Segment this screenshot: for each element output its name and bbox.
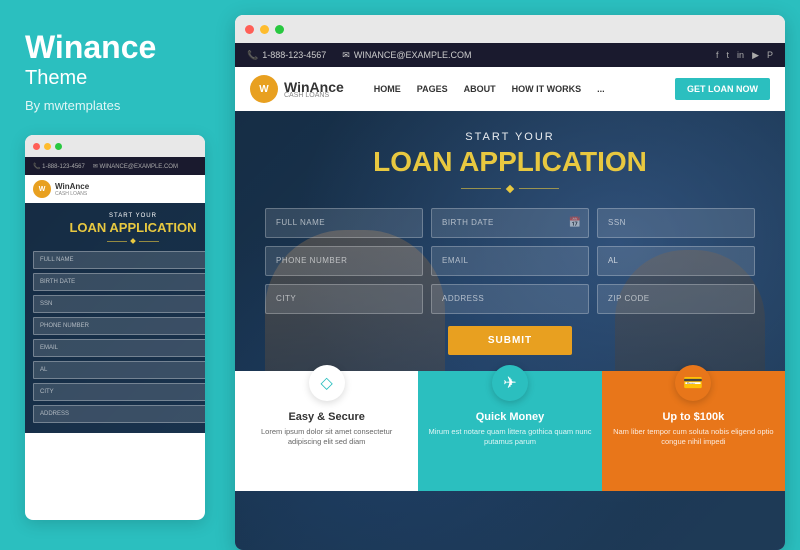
divider-line-left bbox=[461, 188, 501, 189]
youtube-icon[interactable]: ▶ bbox=[752, 50, 759, 61]
site-nav: HOME PAGES ABOUT HOW IT WORKS ... bbox=[374, 84, 605, 94]
phone-wrap bbox=[265, 246, 423, 276]
easy-secure-content: Easy & Secure Lorem ipsum dolor sit amet… bbox=[245, 411, 408, 448]
feature-quick-money: ✈ Quick Money Mirum est notare quam litt… bbox=[418, 371, 601, 491]
phone-icon: 📞 bbox=[247, 50, 258, 61]
email-icon: ✉ bbox=[342, 50, 350, 61]
ssn-input[interactable] bbox=[597, 208, 755, 238]
pinterest-icon[interactable]: P bbox=[767, 50, 773, 61]
topbar-phone: 📞 1-888-123-4567 bbox=[247, 50, 326, 61]
site-hero: START YOUR LOAN APPLICATION bbox=[235, 111, 785, 550]
address-wrap bbox=[431, 284, 589, 314]
quick-money-title: Quick Money bbox=[428, 411, 591, 423]
mini-expand-dot bbox=[55, 143, 62, 150]
get-loan-button[interactable]: GET LOAN NOW bbox=[675, 78, 770, 100]
easy-secure-title: Easy & Secure bbox=[245, 411, 408, 423]
site-logo: W WinAnce CASH LOANS bbox=[250, 75, 344, 103]
main-browser-bar bbox=[235, 15, 785, 43]
facebook-icon[interactable]: f bbox=[716, 50, 719, 61]
birth-date-input[interactable] bbox=[431, 208, 589, 238]
email-address: WINANCE@EXAMPLE.COM bbox=[354, 50, 472, 60]
close-dot[interactable] bbox=[245, 25, 254, 34]
form-row-2: AL AK AZ bbox=[265, 246, 755, 276]
phone-number: 1-888-123-4567 bbox=[262, 50, 326, 60]
mini-minimize-dot bbox=[44, 143, 51, 150]
email-input[interactable] bbox=[431, 246, 589, 276]
mini-browser-content: 📞 1-888-123-4567 ✉ WINANCE@EXAMPLE.COM f… bbox=[25, 157, 205, 520]
zip-input[interactable] bbox=[597, 284, 755, 314]
submit-button[interactable]: SUBMIT bbox=[448, 326, 572, 355]
state-select[interactable]: AL AK AZ bbox=[597, 246, 755, 276]
state-wrap: AL AK AZ bbox=[597, 246, 755, 276]
form-submit-row: SUBMIT bbox=[265, 326, 755, 355]
site-topbar: 📞 1-888-123-4567 ✉ WINANCE@EXAMPLE.COM f… bbox=[235, 43, 785, 67]
zip-wrap bbox=[597, 284, 755, 314]
minimize-dot[interactable] bbox=[260, 25, 269, 34]
full-name-wrap bbox=[265, 208, 423, 238]
logo-icon: W bbox=[250, 75, 278, 103]
quick-money-content: Quick Money Mirum est notare quam litter… bbox=[428, 411, 591, 448]
city-input[interactable] bbox=[265, 284, 423, 314]
up-to-100k-content: Up to $100k Nam liber tempor cum soluta … bbox=[612, 411, 775, 448]
twitter-icon[interactable]: t bbox=[727, 50, 730, 61]
form-row-3 bbox=[265, 284, 755, 314]
social-icons: f t in ▶ P bbox=[716, 50, 773, 61]
nav-how-it-works[interactable]: HOW IT WORKS bbox=[512, 84, 582, 94]
city-wrap bbox=[265, 284, 423, 314]
nav-home[interactable]: HOME bbox=[374, 84, 401, 94]
up-to-100k-title: Up to $100k bbox=[612, 411, 775, 423]
up-to-100k-text: Nam liber tempor cum soluta nobis eligen… bbox=[612, 427, 775, 448]
mini-browser: 📞 1-888-123-4567 ✉ WINANCE@EXAMPLE.COM f… bbox=[25, 135, 205, 520]
divider-line-right bbox=[519, 188, 559, 189]
calendar-icon: 📅 bbox=[569, 217, 581, 228]
linkedin-icon[interactable]: in bbox=[737, 50, 744, 61]
hero-text-area: START YOUR LOAN APPLICATION bbox=[235, 111, 785, 192]
right-panel: 📞 1-888-123-4567 ✉ WINANCE@EXAMPLE.COM f… bbox=[230, 0, 800, 550]
ssn-wrap bbox=[597, 208, 755, 238]
easy-secure-text: Lorem ipsum dolor sit amet consectetur a… bbox=[245, 427, 408, 448]
phone-input[interactable] bbox=[265, 246, 423, 276]
theme-author: By mwtemplates bbox=[25, 98, 205, 113]
theme-title: Winance bbox=[25, 30, 205, 65]
nav-pages[interactable]: PAGES bbox=[417, 84, 448, 94]
left-panel: Winance Theme By mwtemplates 📞 1-888-123… bbox=[0, 0, 230, 550]
theme-subtitle: Theme bbox=[25, 67, 205, 90]
birth-date-wrap: 📅 bbox=[431, 208, 589, 238]
mini-close-dot bbox=[33, 143, 40, 150]
hero-title: LOAN APPLICATION bbox=[255, 147, 765, 178]
feature-up-to-100k: 💳 Up to $100k Nam liber tempor cum solut… bbox=[602, 371, 785, 491]
site-navbar: W WinAnce CASH LOANS HOME PAGES ABOUT HO… bbox=[235, 67, 785, 111]
main-site: 📞 1-888-123-4567 ✉ WINANCE@EXAMPLE.COM f… bbox=[235, 43, 785, 550]
feature-cards: ◇ Easy & Secure Lorem ipsum dolor sit am… bbox=[235, 371, 785, 491]
loan-form: 📅 bbox=[235, 192, 785, 371]
hero-start-your: START YOUR bbox=[255, 131, 765, 143]
feature-easy-secure: ◇ Easy & Secure Lorem ipsum dolor sit am… bbox=[235, 371, 418, 491]
nav-more[interactable]: ... bbox=[597, 84, 605, 94]
quick-money-text: Mirum est notare quam littera gothica qu… bbox=[428, 427, 591, 448]
logo-text-wrap: WinAnce CASH LOANS bbox=[284, 79, 344, 99]
main-browser: 📞 1-888-123-4567 ✉ WINANCE@EXAMPLE.COM f… bbox=[235, 15, 785, 550]
mini-browser-bar bbox=[25, 135, 205, 157]
form-row-1: 📅 bbox=[265, 208, 755, 238]
address-input[interactable] bbox=[431, 284, 589, 314]
nav-about[interactable]: ABOUT bbox=[464, 84, 496, 94]
full-name-input[interactable] bbox=[265, 208, 423, 238]
email-wrap bbox=[431, 246, 589, 276]
topbar-email: ✉ WINANCE@EXAMPLE.COM bbox=[342, 50, 471, 61]
expand-dot[interactable] bbox=[275, 25, 284, 34]
